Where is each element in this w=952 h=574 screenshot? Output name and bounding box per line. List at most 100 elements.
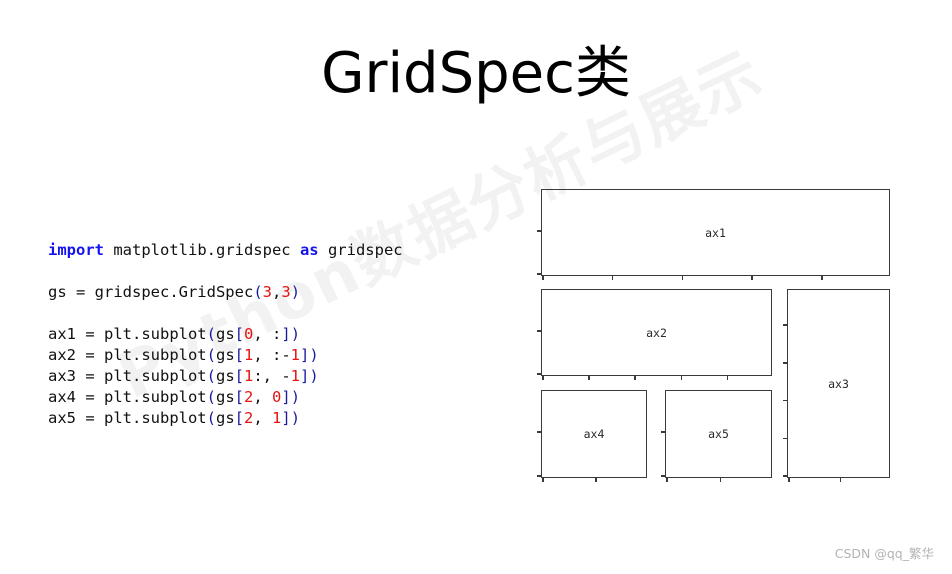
code-line: import matplotlib.gridspec as gridspec: [48, 240, 403, 261]
code-token-pl: gs: [215, 325, 235, 343]
subplot-panel-ax1: ax1: [537, 189, 890, 280]
code-token-pl: , :: [253, 325, 282, 343]
code-token-num: 0: [244, 325, 254, 343]
x-tick: [680, 375, 683, 380]
code-token-brk: (: [206, 346, 216, 364]
code-token-brk: ): [309, 346, 319, 364]
code-token-num: 1: [290, 346, 301, 364]
x-tick: [839, 477, 842, 482]
code-token-pl: ,: [253, 388, 273, 406]
code-token-pl: gs = gridspec.GridSpec: [48, 283, 254, 301]
code-token-pl: ,: [272, 283, 282, 301]
code-token-num: 3: [262, 283, 272, 301]
code-token-brk: ): [290, 325, 301, 343]
code-token-pl: ax1 = plt.subplot: [48, 325, 207, 343]
code-token-pl: ,: [253, 409, 273, 427]
code-token-num: 1: [290, 367, 301, 385]
code-token-num: 0: [272, 388, 282, 406]
code-block: import matplotlib.gridspec as gridspec gs…: [48, 240, 403, 429]
y-tick: [537, 431, 542, 433]
page-title: GridSpec类: [321, 41, 631, 106]
code-token-num: 1: [244, 346, 254, 364]
code-token-pl: gs: [215, 409, 235, 427]
subplot-panel-ax4: ax4: [537, 390, 647, 482]
code-line: ax4 = plt.subplot(gs[2, 0]): [48, 387, 403, 408]
code-token-kw: import: [48, 241, 104, 259]
x-tick: [542, 375, 544, 380]
y-tick: [661, 431, 666, 433]
code-token-pl: gs: [215, 367, 235, 385]
code-token-pl: gs: [215, 388, 235, 406]
subplot-label: ax3: [828, 376, 849, 391]
x-tick: [542, 477, 544, 482]
code-token-num: 2: [244, 409, 254, 427]
code-token-pl: gs: [215, 346, 235, 364]
code-token-brk: (: [206, 409, 216, 427]
code-token-brk: ): [309, 367, 319, 385]
code-token-pl: , :-: [253, 346, 291, 364]
code-line: gs = gridspec.GridSpec(3,3): [48, 282, 403, 303]
subplot-panel-ax3: ax3: [783, 289, 890, 482]
x-tick: [681, 275, 684, 280]
subplot-label: ax2: [646, 325, 667, 340]
code-token-brk: (: [206, 325, 216, 343]
y-tick: [537, 273, 542, 275]
code-token-kw: as: [299, 241, 319, 259]
code-token-brk: (: [206, 367, 216, 385]
code-token-brk: [: [234, 388, 244, 406]
code-token-brk: (: [253, 283, 263, 301]
code-token-brk: [: [234, 367, 244, 385]
subplot-panel-ax2: ax2: [537, 289, 772, 380]
y-tick: [783, 475, 788, 477]
y-tick: [783, 324, 788, 326]
code-token-pl: matplotlib.gridspec: [104, 241, 300, 259]
code-token-brk: [: [234, 409, 244, 427]
x-tick: [542, 275, 544, 280]
code-token-brk: ]: [300, 367, 310, 385]
code-token-brk: ): [290, 409, 301, 427]
x-tick: [595, 477, 597, 482]
x-tick: [788, 477, 790, 482]
code-line: ax3 = plt.subplot(gs[1:, -1]): [48, 366, 403, 387]
code-token-pl: ax3 = plt.subplot: [48, 367, 207, 385]
y-tick: [783, 437, 788, 440]
code-token-brk: ): [290, 283, 301, 301]
x-tick: [634, 375, 636, 380]
y-tick: [537, 373, 542, 375]
x-tick: [666, 477, 668, 482]
code-line: ax5 = plt.subplot(gs[2, 1]): [48, 408, 403, 429]
x-tick: [821, 275, 823, 280]
x-tick: [588, 375, 590, 380]
x-tick: [719, 477, 722, 482]
code-line: ax2 = plt.subplot(gs[1, :-1]): [48, 345, 403, 366]
code-token-pl: ax2 = plt.subplot: [48, 346, 207, 364]
csdn-credit: CSDN @qq_繁华: [834, 546, 934, 561]
code-token-brk: (: [206, 388, 216, 406]
subplot-label: ax5: [708, 427, 729, 441]
y-tick: [537, 475, 542, 477]
code-token-pl: ax5 = plt.subplot: [48, 409, 207, 427]
x-tick: [751, 275, 753, 280]
code-token-brk: [: [234, 325, 244, 343]
code-token-brk: ]: [281, 388, 291, 406]
subplot-label: ax1: [705, 225, 726, 240]
code-line: ax1 = plt.subplot(gs[0, :]): [48, 324, 403, 345]
y-tick: [537, 329, 542, 332]
y-tick: [661, 475, 666, 477]
code-token-num: 1: [272, 409, 282, 427]
code-token-brk: ]: [281, 325, 291, 343]
code-token-brk: ]: [281, 409, 291, 427]
code-token-brk: ]: [300, 346, 310, 364]
code-token-pl: gridspec: [318, 241, 403, 259]
code-token-num: 2: [244, 388, 254, 406]
y-tick: [537, 229, 542, 232]
code-token-brk: [: [234, 346, 244, 364]
subplot-panel-ax5: ax5: [661, 390, 772, 482]
x-tick: [611, 275, 614, 280]
code-token-num: 3: [281, 283, 291, 301]
code-token-num: 1: [244, 367, 254, 385]
code-token-brk: ): [290, 388, 301, 406]
y-tick: [783, 399, 788, 402]
